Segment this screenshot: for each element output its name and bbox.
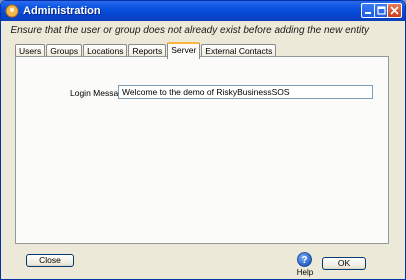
login-message-label: Login Message: — [70, 88, 131, 98]
minimize-icon — [365, 12, 371, 14]
close-icon — [390, 6, 399, 15]
maximize-icon — [377, 6, 386, 15]
question-icon: ? — [297, 252, 312, 267]
help-label: Help — [296, 268, 314, 277]
login-message-input[interactable] — [118, 85, 373, 99]
close-button[interactable]: Close — [26, 254, 74, 267]
svg-text:?: ? — [301, 255, 307, 266]
title-bar[interactable]: Administration — [1, 1, 405, 21]
administration-window: Administration Ensure that the user or g… — [0, 0, 406, 280]
hint-text: Ensure that the user or group does not a… — [10, 25, 369, 36]
help-button[interactable]: ? Help — [295, 252, 315, 278]
app-icon — [5, 4, 19, 18]
window-title: Administration — [23, 5, 101, 17]
tab-bar: Users Groups Locations Reports Server Ex… — [15, 42, 277, 59]
close-window-button[interactable] — [387, 3, 402, 18]
ok-button[interactable]: OK — [322, 257, 366, 270]
tab-server[interactable]: Server — [167, 42, 201, 59]
